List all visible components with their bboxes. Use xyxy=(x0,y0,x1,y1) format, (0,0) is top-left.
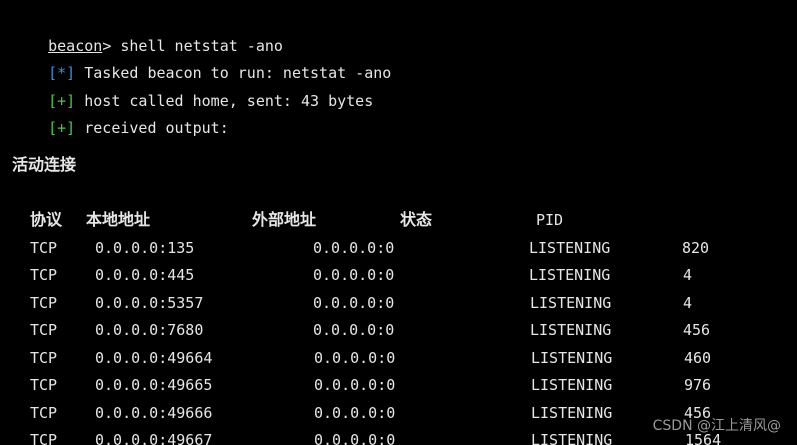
header-local-address: 本地地址 xyxy=(86,210,151,229)
cell-proto: TCP xyxy=(30,349,58,367)
cell-pid: 4 xyxy=(683,266,693,284)
cell-state: LISTENING xyxy=(529,266,611,284)
cell-pid: 976 xyxy=(684,376,712,394)
header-pid: PID xyxy=(536,211,564,229)
cell-state: LISTENING xyxy=(531,349,613,367)
cell-proto: TCP xyxy=(30,431,58,445)
cell-local-address: 0.0.0.0:49667 xyxy=(95,431,213,445)
cell-local-address: 0.0.0.0:49665 xyxy=(95,376,213,394)
cell-pid: 4 xyxy=(683,294,693,312)
cell-local-address: 0.0.0.0:49666 xyxy=(95,404,213,422)
output-line-received: [+] received output: xyxy=(12,101,229,155)
cell-foreign-address: 0.0.0.0:0 xyxy=(314,376,396,394)
cell-pid: 820 xyxy=(682,239,710,257)
cell-state: LISTENING xyxy=(530,321,612,339)
header-foreign-address: 外部地址 xyxy=(252,210,317,229)
cell-state: LISTENING xyxy=(531,376,613,394)
cell-state: LISTENING xyxy=(531,404,613,422)
cell-local-address: 0.0.0.0:7680 xyxy=(95,321,204,339)
cell-pid: 460 xyxy=(684,349,712,367)
cell-local-address: 0.0.0.0:445 xyxy=(95,266,195,284)
header-state: 状态 xyxy=(400,210,433,229)
cell-proto: TCP xyxy=(30,294,58,312)
terminal-output[interactable]: beacon> shell netstat -ano [*] Tasked be… xyxy=(0,0,797,445)
cell-proto: TCP xyxy=(30,239,58,257)
cell-pid: 456 xyxy=(683,321,711,339)
cell-local-address: 0.0.0.0:135 xyxy=(95,239,195,257)
cell-proto: TCP xyxy=(30,321,58,339)
header-proto: 协议 xyxy=(30,210,63,229)
cell-foreign-address: 0.0.0.0:0 xyxy=(313,266,395,284)
cell-foreign-address: 0.0.0.0:0 xyxy=(314,349,396,367)
cell-foreign-address: 0.0.0.0:0 xyxy=(313,321,395,339)
cell-proto: TCP xyxy=(30,376,58,394)
cell-foreign-address: 0.0.0.0:0 xyxy=(314,431,396,445)
cell-state: LISTENING xyxy=(529,239,611,257)
cell-state: LISTENING xyxy=(530,294,612,312)
output-text: received output: xyxy=(75,119,229,137)
cell-local-address: 0.0.0.0:49664 xyxy=(95,349,213,367)
cell-foreign-address: 0.0.0.0:0 xyxy=(313,239,395,257)
cell-state: LISTENING xyxy=(531,431,613,445)
section-title: 活动连接 xyxy=(12,155,77,174)
success-tag: [+] xyxy=(48,119,76,137)
cell-foreign-address: 0.0.0.0:0 xyxy=(314,404,396,422)
cell-proto: TCP xyxy=(30,404,58,422)
cell-proto: TCP xyxy=(30,266,58,284)
cell-foreign-address: 0.0.0.0:0 xyxy=(313,294,395,312)
cell-local-address: 0.0.0.0:5357 xyxy=(95,294,204,312)
watermark: CSDN @江上清风@ xyxy=(652,418,781,434)
